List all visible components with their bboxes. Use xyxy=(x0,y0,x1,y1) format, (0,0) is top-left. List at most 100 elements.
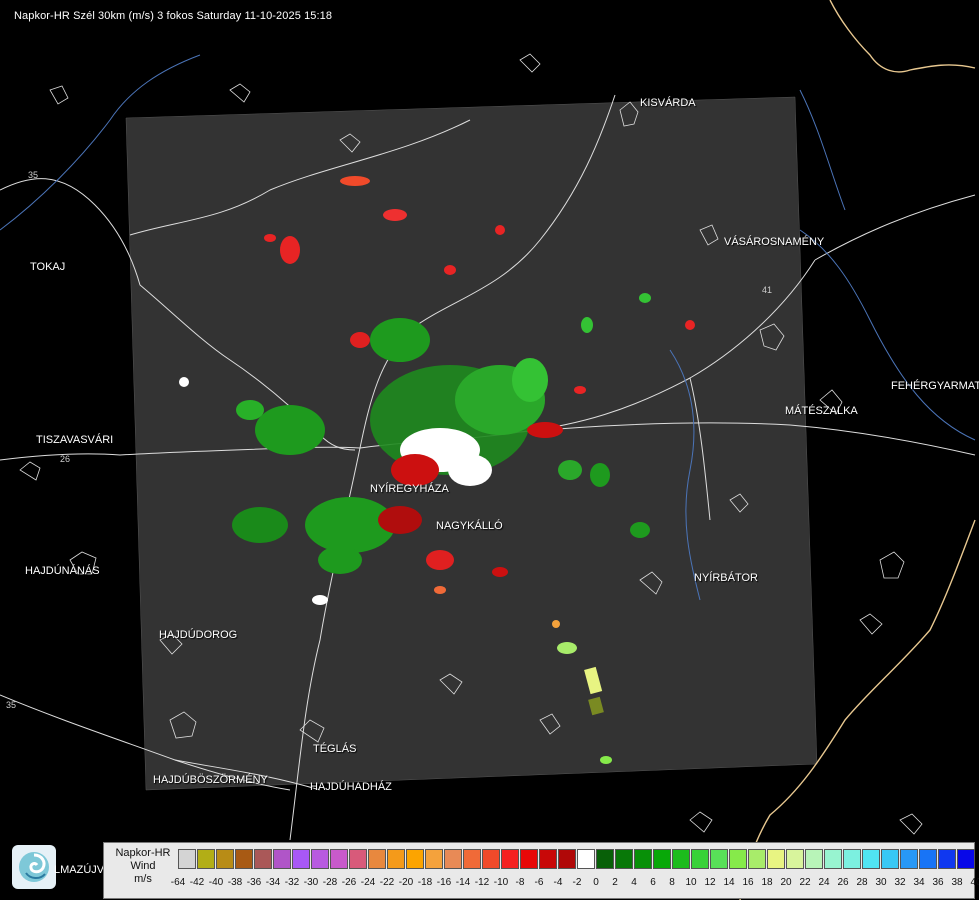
map-title: Napkor-HR Szél 30km (m/s) 3 fokos Saturd… xyxy=(14,10,333,22)
legend-tick: 16 xyxy=(742,877,754,888)
legend-tick: 10 xyxy=(685,877,697,888)
legend-source: Napkor-HR xyxy=(115,847,171,859)
legend-swatch xyxy=(862,849,880,869)
swirl-logo-icon xyxy=(12,845,56,889)
legend-tick: -42 xyxy=(189,877,205,888)
legend-swatch xyxy=(501,849,519,869)
legend-swatch xyxy=(729,849,747,869)
legend-swatch xyxy=(957,849,975,869)
road-number: 35 xyxy=(6,700,16,710)
city-label: NAGYKÁLLÓ xyxy=(436,520,503,532)
legend-tick: -16 xyxy=(436,877,452,888)
legend-swatch xyxy=(919,849,937,869)
legend-tick: -28 xyxy=(322,877,338,888)
legend-tick: -4 xyxy=(553,877,563,888)
legend-tick: 40 xyxy=(970,877,979,888)
legend-tick: -10 xyxy=(493,877,509,888)
legend-tick: 36 xyxy=(932,877,944,888)
legend-tick: -64 xyxy=(170,877,186,888)
legend-swatch xyxy=(425,849,443,869)
legend-swatch xyxy=(691,849,709,869)
legend-swatch xyxy=(178,849,196,869)
city-label: FEHÉRGYARMAT xyxy=(891,380,979,392)
legend-tick: 26 xyxy=(837,877,849,888)
legend-swatches xyxy=(178,849,976,869)
legend-tick: 0 xyxy=(593,877,599,888)
legend-tick: -2 xyxy=(572,877,582,888)
legend-tick: 34 xyxy=(913,877,925,888)
legend-tick: -22 xyxy=(379,877,395,888)
legend-tick: 24 xyxy=(818,877,830,888)
legend-tick: -40 xyxy=(208,877,224,888)
city-label: NYÍRBÁTOR xyxy=(694,572,758,584)
legend-swatch xyxy=(748,849,766,869)
legend-swatch xyxy=(596,849,614,869)
legend-tick: -20 xyxy=(398,877,414,888)
legend-swatch xyxy=(292,849,310,869)
legend-tick: -6 xyxy=(534,877,544,888)
legend-tick: -8 xyxy=(515,877,525,888)
legend-swatch xyxy=(824,849,842,869)
legend-tick: 18 xyxy=(761,877,773,888)
legend-tick: 14 xyxy=(723,877,735,888)
legend-swatch xyxy=(406,849,424,869)
radar-map: 35 26 41 35 xyxy=(0,0,979,900)
legend-swatch xyxy=(900,849,918,869)
city-label: MÁTÉSZALKA xyxy=(785,405,858,417)
legend-tick: -34 xyxy=(265,877,281,888)
legend-swatch xyxy=(330,849,348,869)
city-label: TISZAVASVÁRI xyxy=(36,434,114,446)
legend-tick: 28 xyxy=(856,877,868,888)
legend-tick: -12 xyxy=(474,877,490,888)
legend-swatch xyxy=(710,849,728,869)
legend-tick: -38 xyxy=(227,877,243,888)
legend-swatch xyxy=(843,849,861,869)
city-label: TOKAJ xyxy=(30,261,66,273)
legend-tick: 32 xyxy=(894,877,906,888)
city-label: HAJDÚBÖSZÖRMÉNY xyxy=(153,774,268,786)
city-label: HAJDÚHADHÁZ xyxy=(310,781,392,793)
legend-swatch xyxy=(672,849,690,869)
legend-swatch xyxy=(938,849,956,869)
road-number: 26 xyxy=(60,454,70,464)
legend-swatch xyxy=(273,849,291,869)
legend-swatch xyxy=(539,849,557,869)
legend-tick: 22 xyxy=(799,877,811,888)
legend-swatch xyxy=(577,849,595,869)
legend-tick: -14 xyxy=(455,877,471,888)
legend-tick: 38 xyxy=(951,877,963,888)
road-number: 41 xyxy=(762,285,772,295)
legend-ticks: -64 -42 -40 -38 -36 -34 -32 -30 -28 -26 -24 -22 -20-… xyxy=(171,877,979,891)
legend-tick: -30 xyxy=(303,877,319,888)
legend-tick: 8 xyxy=(669,877,675,888)
city-label: NYÍREGYHÁZA xyxy=(370,483,449,495)
legend-tick: 12 xyxy=(704,877,716,888)
legend-variable: Wind xyxy=(130,860,156,872)
legend-swatch xyxy=(558,849,576,869)
legend-swatch xyxy=(216,849,234,869)
legend-swatch xyxy=(653,849,671,869)
legend-title: Napkor-HR Wind m/s xyxy=(108,847,178,886)
legend-tick: 4 xyxy=(631,877,637,888)
city-label: VÁSÁROSNAMÉNY xyxy=(724,236,825,248)
legend-tick: 20 xyxy=(780,877,792,888)
legend-swatch xyxy=(482,849,500,869)
legend-swatch xyxy=(881,849,899,869)
legend-swatch xyxy=(235,849,253,869)
legend-tick: 30 xyxy=(875,877,887,888)
legend-tick: -32 xyxy=(284,877,300,888)
legend-swatch xyxy=(786,849,804,869)
city-label: HAJDÚDOROG xyxy=(159,629,238,641)
legend-swatch xyxy=(368,849,386,869)
legend-tick: 6 xyxy=(650,877,656,888)
legend-tick: -36 xyxy=(246,877,262,888)
legend-swatch xyxy=(444,849,462,869)
legend-swatch xyxy=(463,849,481,869)
legend-swatch xyxy=(197,849,215,869)
legend-swatch xyxy=(805,849,823,869)
legend-swatch xyxy=(254,849,272,869)
legend-tick: -18 xyxy=(417,877,433,888)
legend-swatch xyxy=(387,849,405,869)
city-label: KISVÁRDA xyxy=(640,97,696,109)
legend-swatch xyxy=(349,849,367,869)
